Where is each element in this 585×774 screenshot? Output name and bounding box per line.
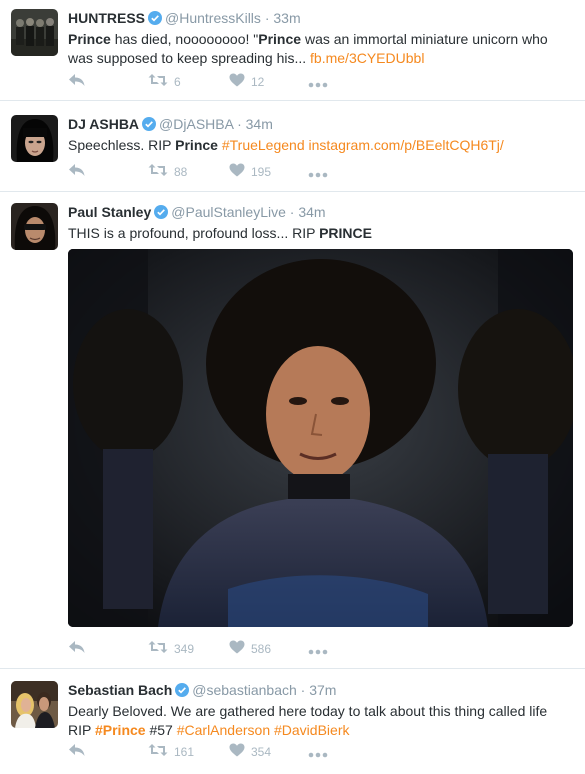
tweet-header: Paul Stanley @PaulStanleyLive · 34m [68,203,573,223]
retweet-count: 88 [174,164,188,179]
like-count: 195 [251,164,272,179]
text-segment: has died, noooooooo! " [110,31,259,47]
text-segment: Prince [258,31,302,47]
text-segment: Prince [175,137,218,153]
more-button[interactable] [308,747,328,761]
text-segment: #57 [145,722,177,738]
more-button[interactable] [308,167,328,181]
display-name[interactable]: Paul Stanley [68,204,151,220]
more-icon [308,167,328,181]
hashtag-link[interactable]: #CarlAnderson [177,722,270,738]
username[interactable]: @DjASHBA [159,116,233,132]
retweet-icon [148,163,168,180]
tweet-actions: 161 354 [68,743,368,763]
like-count: 586 [251,641,272,656]
text-segment: PRINCE [319,225,372,241]
retweet-button[interactable]: 349 [148,640,194,657]
like-button[interactable]: 586 [229,640,271,657]
verified-badge-icon [175,683,190,701]
heart-icon [229,743,245,760]
display-name[interactable]: Sebastian Bach [68,682,172,698]
separator: · [264,10,270,26]
retweet-icon [148,640,168,657]
more-button[interactable] [308,77,328,91]
hashtag-link[interactable]: #TrueLegend [222,137,305,153]
tweet-actions: 88 195 [68,163,368,183]
reply-icon [68,73,86,90]
reply-button[interactable] [68,640,86,657]
retweet-count: 161 [174,744,195,759]
heart-icon [229,163,245,180]
hashtag-link[interactable]: #DavidBierk [274,722,349,738]
like-count: 354 [251,744,272,759]
tweet-header: HUNTRESS @HuntressKills · 33m [68,9,573,29]
tweet[interactable]: Paul Stanley @PaulStanleyLive · 34m THIS … [0,192,585,669]
more-button[interactable] [308,644,328,658]
retweet-count: 349 [174,641,195,656]
reply-icon [68,640,86,657]
retweet-button[interactable]: 161 [148,743,194,760]
display-name[interactable]: DJ ASHBA [68,116,139,132]
tweet-text: Prince has died, noooooooo! "Prince was … [68,30,573,68]
text-segment: THIS is a profound, profound loss... RIP [68,225,320,241]
separator: · [289,204,295,220]
tweet-header: Sebastian Bach @sebastianbach · 37m [68,681,573,701]
tweet-text: THIS is a profound, profound loss... RIP… [68,224,573,243]
tweet[interactable]: DJ ASHBA @DjASHBA · 34m Speechless. RIP P… [0,101,585,192]
retweet-button[interactable]: 6 [148,73,181,90]
hashtag-link[interactable]: #Prince [95,722,146,738]
reply-button[interactable] [68,73,86,90]
retweet-icon [148,743,168,760]
retweet-icon [148,73,168,90]
tweet-actions: 6 12 [68,73,368,93]
username[interactable]: @HuntressKills [165,10,261,26]
text-segment: Speechless. RIP [68,137,176,153]
retweet-button[interactable]: 88 [148,163,187,180]
reply-icon [68,163,86,180]
like-button[interactable]: 195 [229,163,271,180]
timestamp[interactable]: 34m [246,116,273,132]
verified-badge-icon [154,205,169,223]
avatar[interactable] [11,681,58,728]
tweet-photo[interactable] [68,249,573,627]
tweet[interactable]: HUNTRESS @HuntressKills · 33m Prince has … [0,0,585,101]
tweet-actions: 349 586 [68,640,368,660]
username[interactable]: @sebastianbach [192,682,297,698]
reply-icon [68,743,86,760]
tweet-link[interactable]: instagram.com/p/BEeltCQH6Tj/ [309,137,504,153]
avatar[interactable] [11,9,58,56]
avatar[interactable] [11,203,58,250]
more-icon [308,644,328,658]
verified-badge-icon [142,117,157,135]
separator: · [237,116,242,132]
like-button[interactable]: 12 [229,73,264,90]
heart-icon [229,73,245,90]
avatar[interactable] [11,115,58,162]
username[interactable]: @PaulStanleyLive [171,204,286,220]
like-count: 12 [251,74,265,89]
more-icon [308,747,328,761]
retweet-count: 6 [174,74,181,89]
tweet-text: Dearly Beloved. We are gathered here tod… [68,702,573,740]
tweet-header: DJ ASHBA @DjASHBA · 34m [68,115,573,135]
timestamp[interactable]: 33m [273,10,300,26]
tweet-text: Speechless. RIP Prince #TrueLegend insta… [68,136,573,155]
reply-button[interactable] [68,163,86,180]
tweet-link[interactable]: fb.me/3CYEDUbbl [310,50,424,66]
like-button[interactable]: 354 [229,743,271,760]
reply-button[interactable] [68,743,86,760]
text-segment: Prince [68,31,111,47]
timestamp[interactable]: 34m [298,204,325,220]
verified-badge-icon [148,11,163,29]
tweet[interactable]: Sebastian Bach @sebastianbach · 37m Dearl… [0,669,585,774]
timestamp[interactable]: 37m [309,682,336,698]
more-icon [308,77,328,91]
display-name[interactable]: HUNTRESS [68,10,145,26]
separator: · [300,682,306,698]
heart-icon [229,640,245,657]
